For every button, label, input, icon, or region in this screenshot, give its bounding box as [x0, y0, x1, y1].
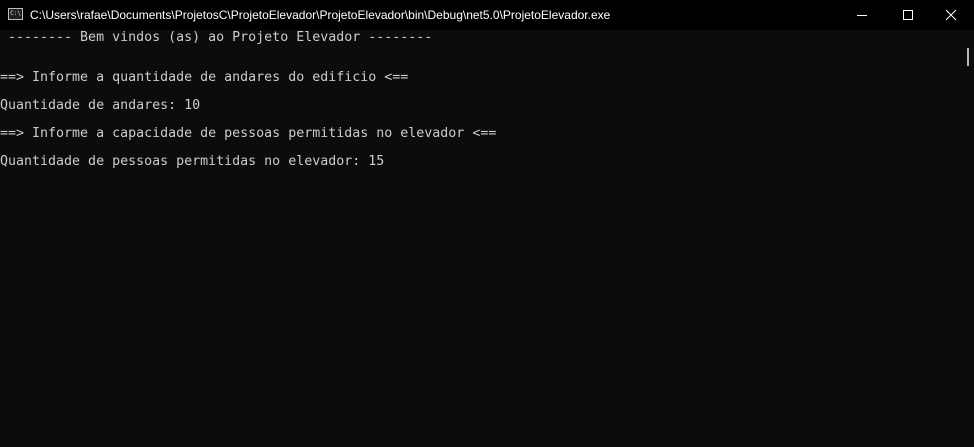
console-line-floors-prompt: ==> Informe a quantidade de andares do e… — [0, 70, 409, 85]
close-button[interactable] — [928, 0, 974, 30]
window-title: C:\Users\rafae\Documents\ProjetosC\Proje… — [30, 8, 611, 22]
console-output[interactable]: -------- Bem vindos (as) ao Projeto Elev… — [0, 30, 962, 447]
console-line-capacity-prompt: ==> Informe a capacidade de pessoas perm… — [0, 126, 497, 141]
minimize-button[interactable] — [839, 0, 885, 30]
maximize-icon — [903, 10, 913, 20]
console-line-banner: -------- Bem vindos (as) ao Projeto Elev… — [0, 30, 433, 45]
close-icon — [945, 9, 957, 21]
console-line-capacity-input: Quantidade de pessoas permitidas no elev… — [0, 154, 385, 169]
maximize-button[interactable] — [885, 0, 931, 30]
title-bar[interactable]: C:\ C:\Users\rafae\Documents\ProjetosC\P… — [0, 0, 974, 30]
minimize-icon — [857, 15, 867, 16]
scrollbar-thumb[interactable] — [967, 48, 969, 66]
console-line-floors-input: Quantidade de andares: 10 — [0, 98, 201, 113]
console-app-icon[interactable]: C:\ — [8, 8, 23, 20]
vertical-scrollbar[interactable] — [962, 30, 974, 447]
console-window: C:\ C:\Users\rafae\Documents\ProjetosC\P… — [0, 0, 974, 447]
